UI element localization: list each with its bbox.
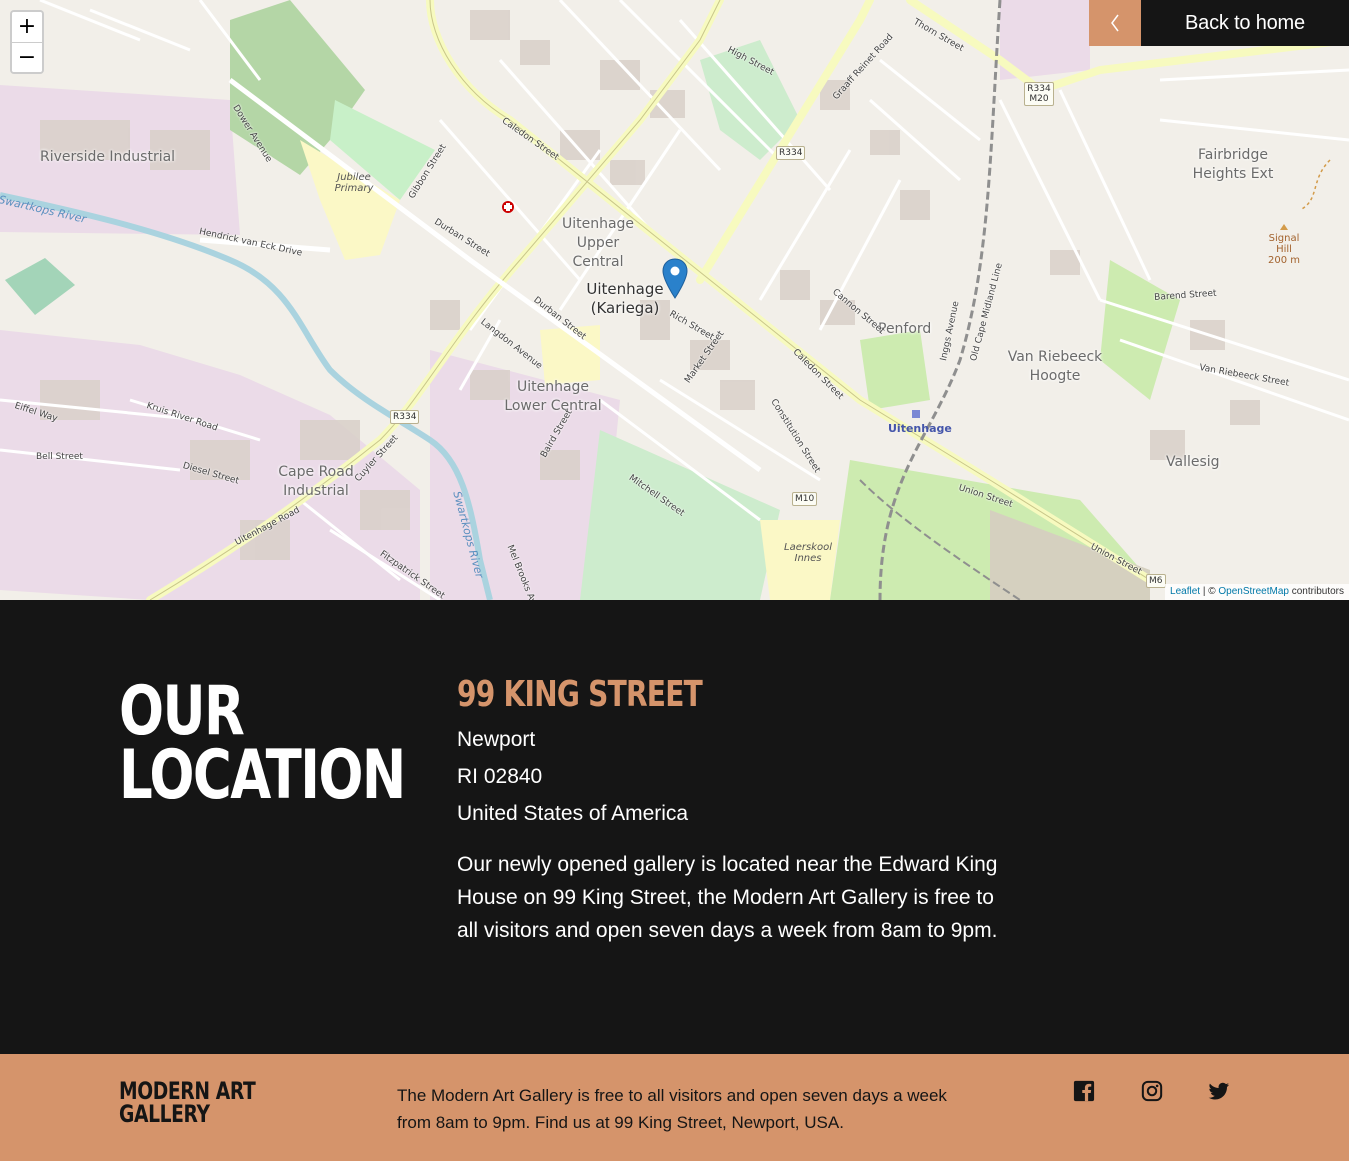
map-area-label: Fairbridge Heights Ext (1192, 147, 1274, 182)
back-arrow-button[interactable] (1089, 0, 1141, 46)
map-street-label: Bell Street (36, 452, 83, 462)
heading-line: Location (119, 736, 406, 815)
heading-line: Our (119, 672, 245, 751)
location-description: Our newly opened gallery is located near… (457, 853, 998, 942)
location-section: Our Location 99 King Street Newport RI 0… (0, 600, 1349, 1054)
location-heading: Our Location (119, 672, 406, 815)
map-area-label: Cape Road Industrial (278, 464, 354, 499)
location-pin-icon[interactable] (662, 258, 688, 299)
map-area-label: Uitenhage Upper Central (561, 216, 635, 270)
address-country: United States of America (457, 802, 689, 825)
map-school-label: Jubilee Primary (334, 172, 374, 194)
road-shield: M10 (792, 492, 818, 506)
road-shield: M6 (1146, 574, 1166, 588)
zoom-control: + − (10, 10, 44, 74)
openstreetmap-link[interactable]: OpenStreetMap (1218, 586, 1289, 597)
map-school-label: Laerskool Innes (784, 542, 832, 564)
map-area-label: Uitenhage (Kariega) (586, 280, 664, 317)
map-area-label: Vallesig (1166, 454, 1220, 470)
address-city: Newport (457, 728, 536, 751)
map-area-label: Uitenhage Lower Central (504, 379, 602, 414)
twitter-icon[interactable] (1208, 1080, 1230, 1102)
zoom-in-button[interactable]: + (12, 12, 42, 42)
footer-logo[interactable]: Modern Art Gallery (119, 1079, 256, 1128)
map-attribution: Leaflet | © OpenStreetMap contributors (1165, 584, 1349, 600)
zoom-out-button[interactable]: − (12, 42, 42, 72)
instagram-icon[interactable] (1141, 1080, 1163, 1102)
road-shield: R334 (390, 410, 420, 424)
site-footer: Modern Art Gallery The Modern Art Galler… (0, 1054, 1349, 1161)
road-shield: R334 (776, 146, 806, 160)
address-state-zip: RI 02840 (457, 765, 543, 788)
map-station-label: Uitenhage (888, 422, 952, 435)
footer-description: The Modern Art Gallery is free to all vi… (397, 1086, 947, 1132)
back-to-home-button[interactable]: Back to home (1141, 0, 1349, 46)
road-shield: R334 M20 (1024, 82, 1054, 106)
facebook-icon[interactable] (1073, 1080, 1095, 1102)
address-title: 99 King Street (457, 674, 703, 715)
map-area-label: Riverside Industrial (40, 149, 176, 165)
attribution-suffix: contributors (1291, 586, 1344, 597)
attribution-separator: | © (1202, 586, 1216, 597)
logo-line: Gallery (119, 1100, 210, 1128)
leaflet-link[interactable]: Leaflet (1170, 586, 1200, 597)
map-peak-label: Signal Hill 200 m (1267, 233, 1300, 266)
chevron-left-icon (1111, 14, 1119, 32)
map-area-label: Van Riebeeck Hoogte (1007, 349, 1103, 384)
location-map[interactable]: Riverside Industrial Uitenhage Upper Cen… (0, 0, 1349, 600)
back-to-home-nav: Back to home (1089, 0, 1349, 46)
